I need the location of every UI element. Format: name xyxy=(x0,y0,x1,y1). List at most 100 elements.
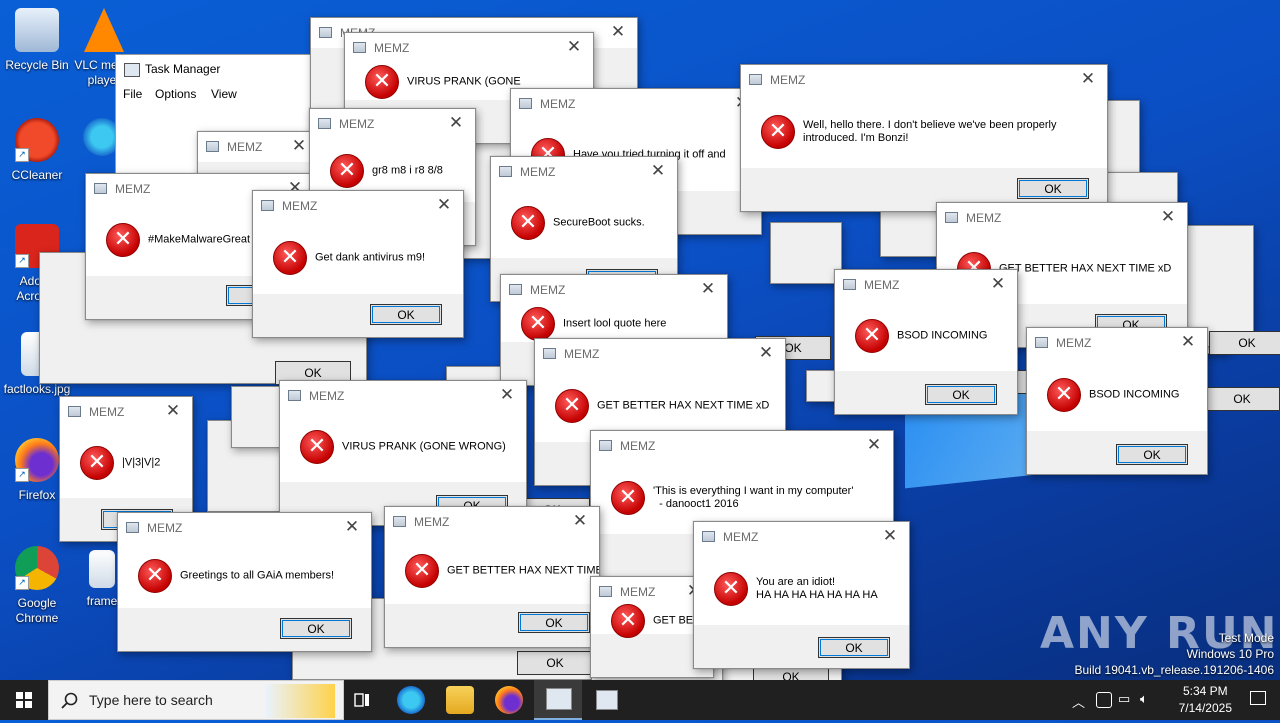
close-icon[interactable]: ✕ xyxy=(699,279,717,299)
dialog-titlebar[interactable]: MEMZ✕ xyxy=(937,203,1187,233)
close-icon[interactable]: ✕ xyxy=(757,343,775,363)
memz-dialog[interactable]: MEMZ ✕ ✕ Well, hello there. I don't believe… xyxy=(740,64,1108,212)
ok-button[interactable]: OK xyxy=(518,612,590,633)
dialog-message: GET BETTER HAX NEXT TIME xD xyxy=(447,564,599,576)
memz-dialog[interactable]: MEMZ✕✕VIRUS PRANK (GONE WRONG)OK xyxy=(279,380,527,526)
dialog-titlebar[interactable]: MEMZ ✕ xyxy=(501,275,727,305)
close-icon[interactable]: ✕ xyxy=(435,195,453,215)
close-icon[interactable]: ✕ xyxy=(447,113,465,133)
close-icon[interactable]: ✕ xyxy=(1179,332,1197,352)
desktop-icon-frame[interactable]: frame xyxy=(82,550,122,616)
memz-app-icon xyxy=(68,406,81,417)
error-icon: ✕ xyxy=(300,429,334,464)
dialog-titlebar[interactable]: MEMZ✕ xyxy=(511,89,761,119)
dialog-titlebar[interactable]: MEMZ✕ xyxy=(310,109,475,139)
close-icon[interactable]: ✕ xyxy=(498,385,516,405)
error-icon: ✕ xyxy=(330,153,364,188)
desktop-icon-ccleaner[interactable]: ↗ CCleaner xyxy=(0,118,74,183)
dialog-titlebar[interactable]: MEMZ✕ xyxy=(60,397,192,427)
task-manager-taskbar-icon xyxy=(546,688,572,710)
dialog-titlebar[interactable]: MEMZ✕ xyxy=(835,270,1017,300)
dialog-titlebar[interactable]: MEMZ ✕ xyxy=(118,513,371,543)
close-icon[interactable]: ✕ xyxy=(1159,207,1177,227)
dialog-message: GET BETTER HAX NEXT TIME xD xyxy=(597,399,770,411)
close-icon[interactable]: ✕ xyxy=(881,526,899,546)
close-icon[interactable]: ✕ xyxy=(571,511,589,531)
network-icon[interactable] xyxy=(1096,692,1112,708)
memz-dialog[interactable]: MEMZ ✕ ✕ BSOD INCOMING OK xyxy=(1026,327,1208,475)
notification-icon[interactable] xyxy=(1250,691,1266,705)
dialog-titlebar[interactable]: MEMZ✕ xyxy=(1027,328,1207,358)
close-icon[interactable]: ✕ xyxy=(609,22,627,42)
memz-dialog-background xyxy=(770,222,842,284)
memz-ok-button-background[interactable]: OK xyxy=(1204,387,1280,411)
dialog-titlebar[interactable]: MEMZ✕ xyxy=(694,522,909,552)
firefox-desktop-icon: ↗ xyxy=(15,438,59,482)
edge-taskbar-icon[interactable] xyxy=(397,686,425,714)
close-icon[interactable]: ✕ xyxy=(649,161,667,181)
memz-dialog[interactable]: MEMZ ✕ ✕ Greetings to all GAiA members! OK xyxy=(117,512,372,652)
desktop-icon-recycle-bin[interactable]: Recycle Bin xyxy=(0,8,74,73)
error-icon: ✕ xyxy=(138,558,172,593)
close-icon[interactable]: ✕ xyxy=(989,274,1007,294)
dialog-titlebar[interactable]: MEMZ✕ xyxy=(345,33,593,63)
taskbar-clock[interactable]: 5:34 PM 7/14/2025 xyxy=(1179,683,1232,717)
taskbar-search-box[interactable]: Type here to search xyxy=(48,680,344,720)
close-icon[interactable]: ✕ xyxy=(164,401,182,421)
chevron-up-icon[interactable]: ︿ xyxy=(1072,692,1085,711)
error-icon: ✕ xyxy=(80,445,114,480)
dialog-titlebar[interactable]: MEMZ✕ xyxy=(280,381,526,411)
chrome-icon: ↗ xyxy=(15,546,59,590)
error-icon: ✕ xyxy=(555,388,589,423)
start-button[interactable] xyxy=(0,680,48,720)
desktop-icon-label: Google Chrome xyxy=(15,596,59,625)
task-manager-taskbar-button[interactable] xyxy=(534,680,582,720)
dialog-titlebar[interactable]: MEMZ ✕ xyxy=(591,431,893,461)
ok-button[interactable]: OK xyxy=(280,618,352,639)
dialog-titlebar[interactable]: MEMZ✕ xyxy=(741,65,1107,95)
error-icon: ✕ xyxy=(521,306,555,341)
clock-time: 5:34 PM xyxy=(1182,684,1228,698)
battery-icon[interactable]: ▭ xyxy=(1118,691,1130,707)
menu-file[interactable]: File xyxy=(123,87,142,101)
close-icon[interactable]: ✕ xyxy=(343,517,361,537)
dialog-titlebar[interactable]: MEMZ✕ xyxy=(385,507,599,537)
memz-dialog[interactable]: MEMZ ✕ ✕ You are an idiot! HA HA HA HA HA H… xyxy=(693,521,910,669)
memz-dialog[interactable]: MEMZ ✕ ✕ BSOD INCOMING OK xyxy=(834,269,1018,415)
memz-dialog[interactable]: MEMZ ✕ ✕ Get dank antivirus m9! OK xyxy=(252,190,464,338)
volume-icon[interactable]: 🔈︎ xyxy=(1140,691,1148,707)
menu-view[interactable]: View xyxy=(211,87,237,101)
task-view-icon[interactable] xyxy=(348,686,376,714)
desktop-icon-label: CCleaner xyxy=(11,168,63,182)
search-highlight-image xyxy=(265,684,335,718)
memz-taskbar-icon[interactable] xyxy=(596,690,618,710)
ok-button[interactable]: OK xyxy=(1017,178,1089,199)
memz-app-icon xyxy=(126,522,139,533)
search-icon xyxy=(61,692,78,709)
desktop-icon-chrome[interactable]: ↗ Google Chrome xyxy=(0,546,74,626)
error-icon: ✕ xyxy=(405,553,439,588)
dialog-title: MEMZ xyxy=(530,283,566,297)
close-icon[interactable]: ✕ xyxy=(865,435,883,455)
menu-options[interactable]: Options xyxy=(155,87,196,101)
close-icon[interactable]: ✕ xyxy=(290,136,308,156)
dialog-title: MEMZ xyxy=(147,521,183,535)
firefox-taskbar-icon[interactable] xyxy=(495,686,523,714)
ok-button[interactable]: OK xyxy=(925,384,997,405)
close-icon[interactable]: ✕ xyxy=(565,37,583,57)
dialog-titlebar[interactable]: MEMZ✕ xyxy=(535,339,785,369)
ok-button[interactable]: OK xyxy=(1116,444,1188,465)
ok-button[interactable]: OK xyxy=(370,304,442,325)
dialog-titlebar[interactable]: MEMZ✕ xyxy=(491,157,677,187)
memz-ok-button-background[interactable]: OK xyxy=(517,651,593,675)
ok-button[interactable]: OK xyxy=(818,637,890,658)
file-explorer-icon[interactable] xyxy=(446,686,474,714)
desktop-icon-label: Firefox xyxy=(18,488,56,502)
dialog-body: ✕ GET BETTER HAX NEXT TIME xD xyxy=(385,537,599,604)
dialog-title: MEMZ xyxy=(620,439,656,453)
memz-dialog[interactable]: MEMZ ✕ ✕ GET BETTER HAX NEXT TIME xD OK xyxy=(384,506,600,648)
close-icon[interactable]: ✕ xyxy=(1079,69,1097,89)
dialog-titlebar[interactable]: MEMZ✕ xyxy=(198,132,318,162)
memz-ok-button-background[interactable]: OK xyxy=(1209,331,1280,355)
dialog-titlebar[interactable]: MEMZ✕ xyxy=(253,191,463,221)
